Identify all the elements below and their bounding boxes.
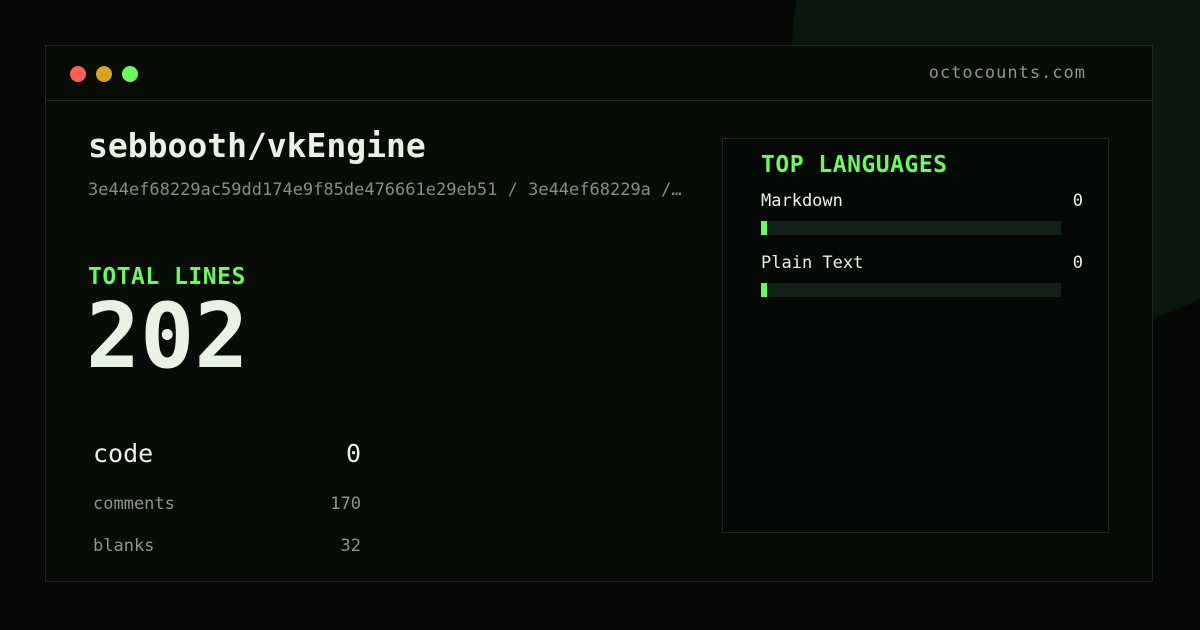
top-languages-panel: TOP LANGUAGES Markdown 0 Plain Text 0 [722,138,1109,533]
language-bar-track [761,283,1061,297]
stat-code-value: 0 [345,439,361,468]
stat-comments-value: 170 [330,494,361,514]
language-count: 0 [1072,253,1083,273]
close-window-dot-icon[interactable] [70,66,86,82]
minimize-window-dot-icon[interactable] [96,66,112,82]
stat-comments-label: comments [93,494,175,514]
repo-title: sebbooth/vkEngine [88,126,426,165]
total-lines-value: 202 [86,284,249,389]
top-languages-title: TOP LANGUAGES [761,152,948,178]
terminal-window: octocounts.com sebbooth/vkEngine 3e44ef6… [45,45,1153,582]
stat-blanks-value: 32 [340,536,361,556]
site-domain: octocounts.com [928,63,1086,83]
language-bar-fill [761,283,767,297]
language-count: 0 [1072,191,1083,211]
language-name: Markdown [761,191,843,211]
window-titlebar: octocounts.com [46,46,1152,101]
language-bar-track [761,221,1061,235]
social-card: octocounts.com sebbooth/vkEngine 3e44ef6… [0,0,1200,630]
stat-blanks-label: blanks [93,536,155,556]
language-bar-fill [761,221,767,235]
language-name: Plain Text [761,253,864,273]
maximize-window-dot-icon[interactable] [122,66,138,82]
stat-code-label: code [93,439,154,468]
commit-ref: 3e44ef68229ac59dd174e9f85de476661e29eb51… [88,180,682,200]
